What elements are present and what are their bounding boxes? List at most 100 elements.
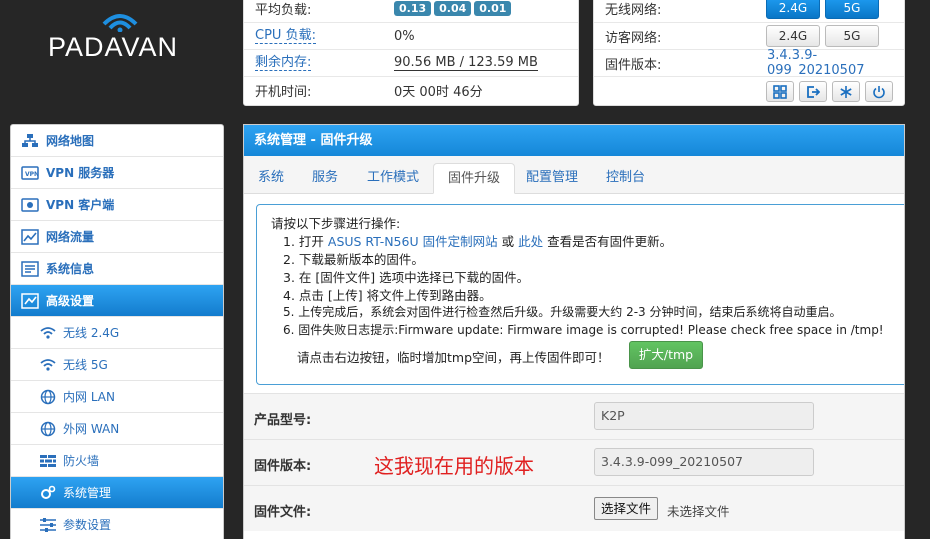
sidebar-item-wireless-5g[interactable]: 无线 5G xyxy=(11,349,223,381)
sidebar-label-system-info: 系统信息 xyxy=(46,262,95,276)
instructions-step4: 4. 点击 [上传] 将文件上传到路由器。 xyxy=(283,288,492,303)
uptime-row: 开机时间: 0天 00时 46分 xyxy=(244,76,578,103)
sidebar-item-wireless-24g[interactable]: 无线 2.4G xyxy=(11,317,223,349)
power-icon xyxy=(873,85,885,98)
grid-button[interactable] xyxy=(766,81,794,102)
padavan-logo: PADAVAN xyxy=(44,10,204,80)
load-badge-3: 0.01 xyxy=(474,1,512,16)
load-average-values: 0.13 0.04 0.01 xyxy=(394,1,514,16)
snowflake-icon xyxy=(840,85,852,98)
status-panel-system: 平均负载: 0.13 0.04 0.01 CPU 负载: 0% 剩余内存: 90.5… xyxy=(243,0,579,106)
model-field: K2P xyxy=(594,402,814,430)
uptime-value: 0天 00时 46分 xyxy=(394,84,483,100)
firmware-version-link[interactable]: 3.4.3.9-099_20210507 xyxy=(767,48,904,78)
tab-console[interactable]: 控制台 xyxy=(592,163,659,194)
wireless-row: 无线网络: 2.4G 5G xyxy=(594,0,904,22)
instructions-step2: 2. 下载最新版本的固件。 xyxy=(283,252,424,267)
sidebar-label-advanced-settings: 高级设置 xyxy=(46,294,95,308)
choose-file-button[interactable]: 选择文件 xyxy=(594,497,659,520)
sidebar-item-wan[interactable]: 外网 WAN xyxy=(11,413,223,445)
instructions-step5: 5. 上传完成后，系统会对固件进行检查然后升级。升级需要大约 2-3 分钟时间，… xyxy=(283,305,842,319)
firmware-version-field: 3.4.3.9-099_20210507 xyxy=(594,448,814,476)
logout-icon xyxy=(807,85,820,98)
guest-row: 访客网络: 2.4G 5G xyxy=(594,22,904,49)
sidebar-item-system-info[interactable]: 系统信息 xyxy=(11,253,223,285)
sidebar-label-network-map: 网络地图 xyxy=(46,134,95,148)
asus-firmware-site-link[interactable]: ASUS RT-N56U 固件定制网站 xyxy=(328,234,498,249)
sliders-icon xyxy=(40,518,56,532)
instructions-box: 请按以下步骤进行操作: 1. 打开 ASUS RT-N56U 固件定制网站 或 … xyxy=(256,204,904,385)
advanced-settings-icon xyxy=(21,293,39,309)
sidebar-item-firewall[interactable]: 防火墙 xyxy=(11,445,223,477)
svg-text:VPN: VPN xyxy=(25,171,39,178)
load-badge-2: 0.04 xyxy=(434,1,472,16)
instructions-step3: 3. 在 [固件文件] 选项中选择已下载的固件。 xyxy=(283,270,530,285)
snowflake-button[interactable] xyxy=(832,81,860,102)
globe-icon xyxy=(40,389,56,405)
firmware-row: 固件版本: 3.4.3.9-099_20210507 xyxy=(594,48,904,78)
tab-bar: 系统 服务 工作模式 固件升级 配置管理 控制台 xyxy=(244,156,904,194)
tab-config-management[interactable]: 配置管理 xyxy=(512,163,592,194)
model-label: 产品型号: xyxy=(254,413,312,428)
vpn-client-icon xyxy=(21,198,39,212)
cpu-load-link[interactable]: CPU 负载: xyxy=(255,28,316,44)
annotation-text: 这我现在用的版本 xyxy=(374,454,534,478)
network-map-icon xyxy=(22,134,38,147)
firmware-upgrade-panel: 系统管理 - 固件升级 系统 服务 工作模式 固件升级 配置管理 控制台 请按以… xyxy=(243,124,905,539)
tab-services[interactable]: 服务 xyxy=(298,163,352,194)
instructions-step1: 1. 打开 ASUS RT-N56U 固件定制网站 或 此处 查看是否有固件更新… xyxy=(283,231,672,250)
instructions-step6-note: 请点击右边按钮，临时增加tmp空间，再上传固件即可！ xyxy=(297,350,610,365)
firmware-version-label: 固件版本: xyxy=(254,459,312,474)
instructions-intro: 请按以下步骤进行操作: xyxy=(271,216,401,231)
wireless-label: 无线网络: xyxy=(605,3,662,18)
cpu-load-row: CPU 负载: 0% xyxy=(244,22,578,49)
step1-or: 或 xyxy=(501,234,515,249)
free-memory-value: 90.56 MB / 123.59 MB xyxy=(394,54,538,71)
sidebar-item-advanced-settings[interactable]: 高级设置 xyxy=(11,285,223,317)
tab-work-mode[interactable]: 工作模式 xyxy=(353,163,433,194)
sidebar-item-traffic[interactable]: 网络流量 xyxy=(11,221,223,253)
tab-firmware-upgrade[interactable]: 固件升级 xyxy=(433,163,516,194)
sidebar-item-vpn-server[interactable]: VPN VPN 服务器 xyxy=(11,157,223,189)
here-link[interactable]: 此处 xyxy=(518,234,543,249)
model-row: 产品型号: K2P xyxy=(244,393,904,439)
expand-tmp-button[interactable]: 扩大/tmp xyxy=(629,341,703,369)
guest-label: 访客网络: xyxy=(605,30,662,46)
cpu-load-value: 0% xyxy=(394,28,415,44)
tab-system[interactable]: 系统 xyxy=(244,163,298,194)
power-button[interactable] xyxy=(865,81,893,102)
status-panel-network: 无线网络: 2.4G 5G 访客网络: 2.4G 5G 固件版本: 3.4.3.… xyxy=(593,0,905,106)
guest-2g-button[interactable]: 2.4G xyxy=(766,25,820,47)
free-memory-link[interactable]: 剩余内存: xyxy=(255,55,312,71)
page-title: 系统管理 - 固件升级 xyxy=(244,125,904,156)
logo-text: PADAVAN xyxy=(48,32,179,62)
sidebar-item-vpn-client[interactable]: VPN 客户端 xyxy=(11,189,223,221)
sidebar-label-system-admin: 系统管理 xyxy=(63,486,112,500)
load-badge-1: 0.13 xyxy=(394,1,432,16)
sidebar-label-vpn-client: VPN 客户端 xyxy=(46,198,115,212)
sidebar-item-network-map[interactable]: 网络地图 xyxy=(11,125,223,157)
logout-button[interactable] xyxy=(799,81,827,102)
step1-suffix: 查看是否有固件更新。 xyxy=(547,234,673,249)
firmware-file-row: 固件文件: 选择文件 未选择文件 xyxy=(244,485,904,531)
wireless-2g-button[interactable]: 2.4G xyxy=(766,0,820,19)
quick-actions-row xyxy=(594,76,904,103)
sidebar-item-lan[interactable]: 内网 LAN xyxy=(11,381,223,413)
step1-prefix: 1. 打开 xyxy=(283,234,324,249)
uptime-label: 开机时间: xyxy=(255,84,312,100)
sidebar-label-vpn-server: VPN 服务器 xyxy=(46,166,115,180)
firmware-file-label: 固件文件: xyxy=(254,505,312,520)
grid-icon xyxy=(773,84,787,99)
guest-5g-button[interactable]: 5G xyxy=(825,25,879,47)
load-average-row: 平均负载: 0.13 0.04 0.01 xyxy=(244,0,578,22)
sidebar-label-wireless-24g: 无线 2.4G xyxy=(63,326,120,340)
sidebar-label-parameters: 参数设置 xyxy=(63,518,112,532)
wireless-5g-button[interactable]: 5G xyxy=(825,0,879,19)
file-status: 未选择文件 xyxy=(667,504,730,519)
firmware-version-row: 固件版本: 这我现在用的版本 3.4.3.9-099_20210507 xyxy=(244,439,904,485)
load-average-label: 平均负载: xyxy=(255,3,312,18)
sidebar-item-system-admin[interactable]: 系统管理 xyxy=(11,477,223,509)
sidebar-label-wireless-5g: 无线 5G xyxy=(63,358,108,372)
sidebar-item-parameters[interactable]: 参数设置 xyxy=(11,509,223,539)
wifi-icon xyxy=(40,327,56,339)
